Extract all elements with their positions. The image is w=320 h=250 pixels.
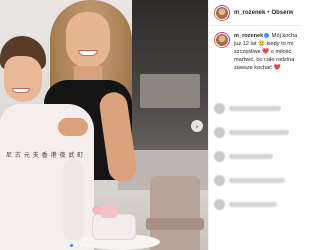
woman-face [66, 12, 110, 68]
boy-arm [62, 160, 84, 240]
caption-avatar[interactable] [214, 32, 230, 48]
post-side-panel: m_rozenek • Obserw m_rozenek Mój kocha j… [208, 0, 301, 250]
woman-smile [78, 50, 98, 56]
woman-hand [58, 118, 88, 136]
comment-row [214, 144, 301, 168]
caption-username[interactable]: m_rozenek [234, 33, 263, 39]
avatar[interactable] [214, 4, 230, 21]
comment-text-blurred [229, 177, 285, 183]
avatar-image [215, 5, 229, 20]
comment-avatar[interactable] [214, 126, 225, 138]
comment-row [214, 192, 301, 216]
carousel-dot [85, 244, 88, 247]
header-username[interactable]: m_rozenek [234, 10, 265, 16]
comment-avatar[interactable] [214, 174, 225, 186]
comment-text-blurred [229, 201, 277, 207]
comment-text-blurred [229, 129, 289, 135]
avatar-image [215, 33, 229, 47]
comment-row [214, 96, 301, 120]
carousel-dot [70, 244, 73, 247]
cake [92, 214, 136, 240]
verified-badge-icon [264, 33, 270, 39]
comments-list [214, 96, 301, 216]
carousel-dot [75, 244, 78, 247]
caption-line: już 12 lat 🙂 kiedy to mi [234, 41, 294, 47]
post-header: m_rozenek • Obserw [209, 0, 301, 26]
caption-text: m_rozenek Mój kocha już 12 lat 🙂 kiedy t… [234, 32, 302, 72]
caption-line: szczęśliwe ❤️ o miłość [234, 49, 292, 55]
comment-text-blurred [229, 105, 281, 111]
carousel-dot [95, 244, 98, 247]
follow-button[interactable]: Obserw [271, 10, 293, 16]
comment-avatar[interactable] [214, 102, 225, 114]
boy-face [4, 56, 42, 102]
caption: m_rozenek Mój kocha już 12 lat 🙂 kiedy t… [214, 32, 304, 72]
caption-line: martwić, bo całe rodzina [234, 57, 295, 63]
post-photo[interactable]: 尼 古 元 夫 香 港 夜 武 町 › [0, 0, 208, 250]
header-separator: • [267, 9, 270, 16]
carousel-dot [80, 244, 83, 247]
chevron-right-icon[interactable]: › [191, 120, 203, 132]
caption-line: m_rozenek Mój kocha [234, 32, 302, 40]
shirt-print: 尼 古 元 夫 香 港 夜 武 町 [6, 152, 84, 159]
comment-row [214, 168, 301, 192]
comment-row [214, 120, 301, 144]
chair-seat [146, 218, 204, 230]
comment-avatar[interactable] [214, 198, 225, 210]
carousel-dot [90, 244, 93, 247]
cake-decoration [100, 204, 118, 218]
butterfly-decoration [92, 206, 102, 214]
caption-line: zawsze kochać ❤️ [234, 65, 281, 71]
carousel-dots [70, 244, 98, 247]
boy-smile [12, 88, 30, 93]
caption-line-text: Mój kocha [271, 33, 298, 39]
comment-text-blurred [229, 153, 273, 159]
background-shelf [140, 74, 200, 108]
comment-avatar[interactable] [214, 150, 225, 162]
